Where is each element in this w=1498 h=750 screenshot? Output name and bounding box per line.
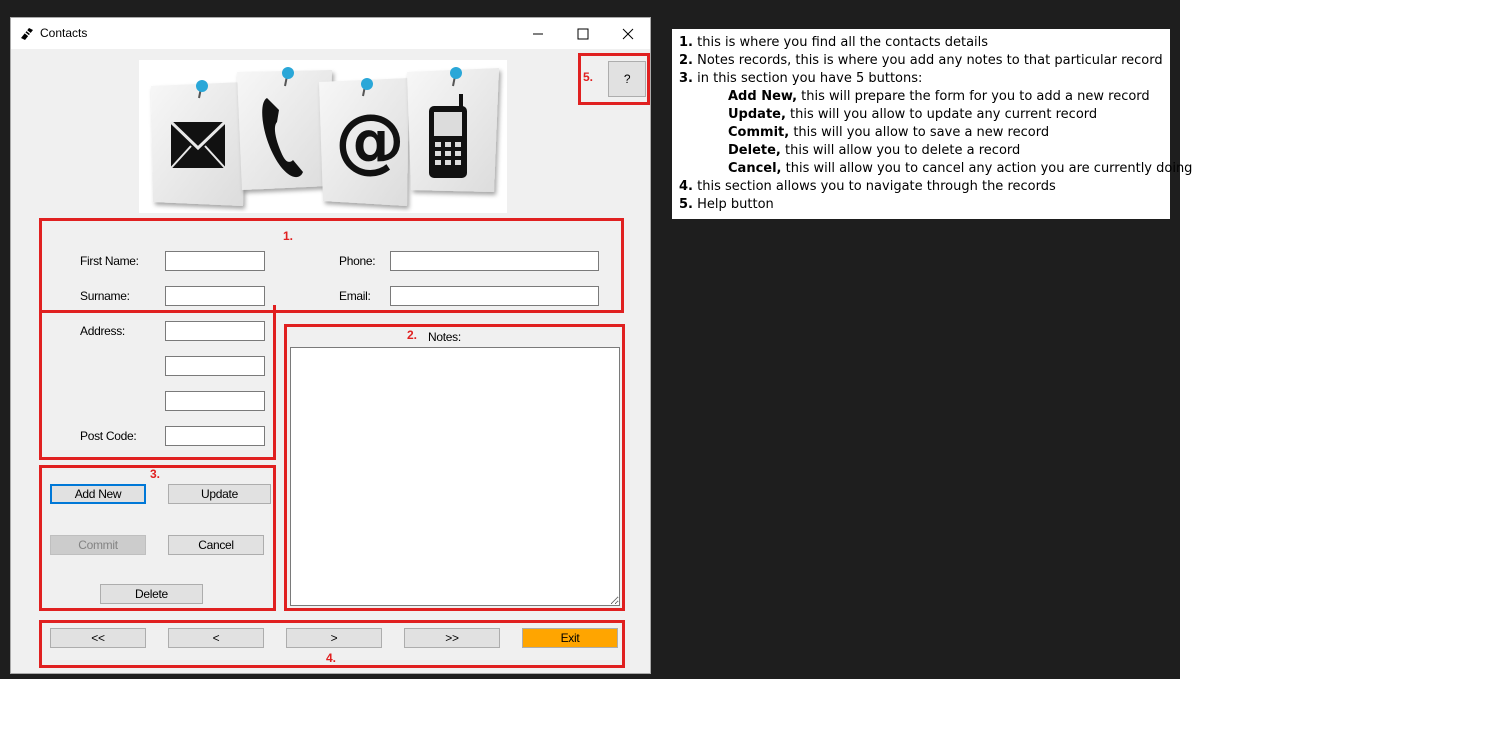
at-sign-icon: @ [335, 99, 405, 181]
help-line-add-new: Add New, this will prepare the form for … [728, 89, 1150, 104]
title-bar: Contacts [11, 18, 650, 49]
contacts-app-icon [21, 28, 33, 40]
help-line-2: 2. Notes records, this is where you add … [679, 53, 1163, 68]
annotation-box-buttons [39, 465, 276, 611]
maximize-button[interactable] [560, 18, 606, 49]
minimize-button[interactable] [515, 18, 561, 49]
help-line-commit: Commit, this will you allow to save a ne… [728, 125, 1050, 140]
annotation-label-1: 1. [283, 229, 294, 243]
svg-text:@: @ [335, 99, 405, 181]
minimize-icon [533, 33, 543, 34]
mobile-phone-icon [429, 94, 467, 178]
contacts-banner-image: @ [139, 60, 507, 213]
help-line-4: 4. this section allows you to navigate t… [679, 179, 1056, 194]
envelope-icon [169, 120, 227, 169]
annotation-label-3: 3. [150, 467, 161, 481]
annotation-box-details-left [39, 305, 276, 460]
annotation-label-4: 4. [326, 651, 337, 665]
annotation-box-notes [284, 324, 625, 611]
window-title: Contacts [40, 26, 88, 40]
help-line-delete: Delete, this will allow you to delete a … [728, 143, 1021, 158]
help-line-update: Update, this will you allow to update an… [728, 107, 1098, 122]
annotation-box-details-top [39, 218, 624, 313]
annotation-label-5: 5. [583, 70, 594, 84]
help-line-5: 5. Help button [679, 197, 774, 212]
close-icon [622, 28, 634, 39]
close-button[interactable] [605, 18, 651, 49]
help-text-panel: 1. this is where you find all the contac… [672, 29, 1192, 219]
phone-note [237, 70, 332, 190]
help-line-3: 3. in this section you have 5 buttons: [679, 71, 923, 86]
help-line-1: 1. this is where you find all the contac… [679, 35, 989, 50]
annotation-label-2: 2. [407, 328, 418, 342]
help-line-cancel: Cancel, this will allow you to cancel an… [728, 161, 1193, 176]
maximize-icon [577, 28, 589, 39]
